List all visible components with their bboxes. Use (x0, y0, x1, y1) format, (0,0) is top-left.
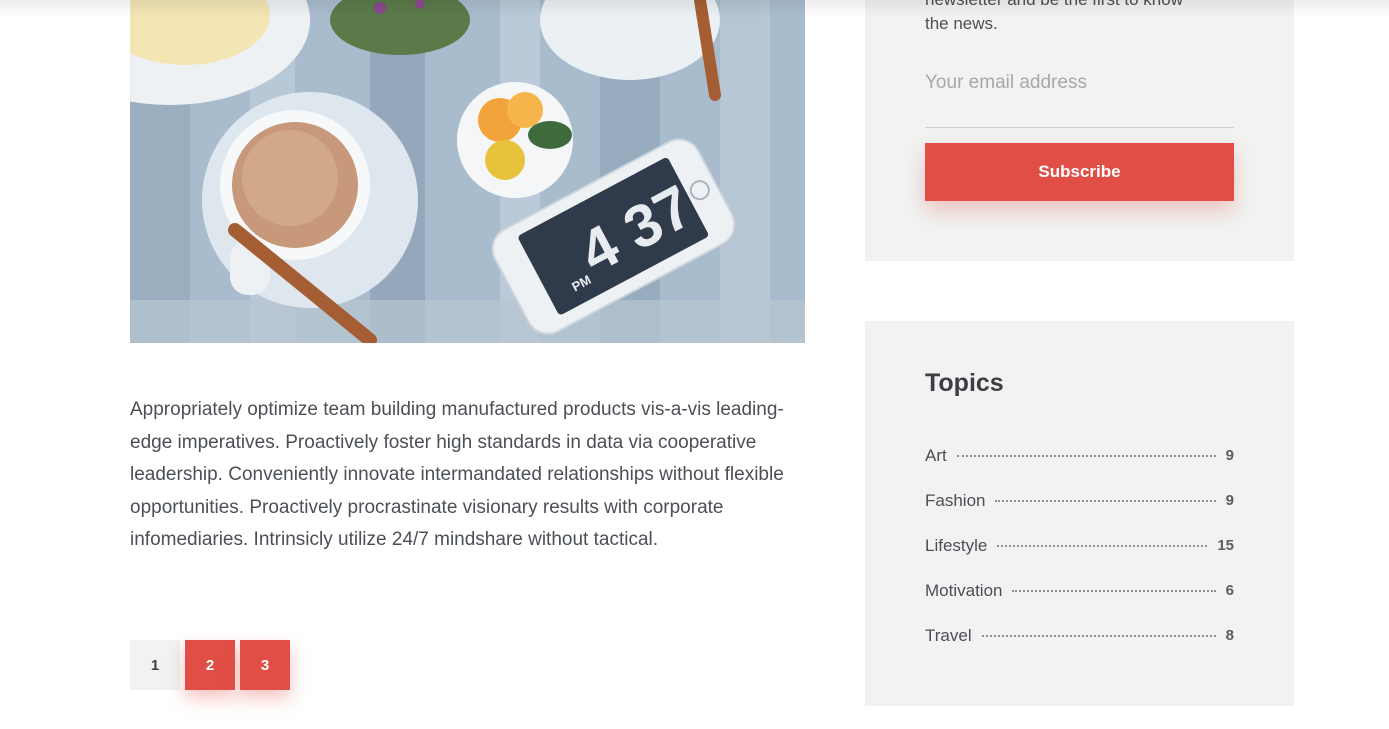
page-button-1[interactable]: 1 (130, 640, 180, 690)
post-body-text: Appropriately optimize team building man… (130, 399, 784, 550)
topic-item-lifestyle[interactable]: Lifestyle 15 (925, 523, 1234, 568)
topic-name: Fashion (925, 490, 986, 510)
topic-leader-dots (956, 454, 1216, 457)
topic-count: 8 (1225, 627, 1234, 644)
topic-name: Lifestyle (925, 535, 988, 555)
topic-name: Art (925, 445, 947, 465)
topic-item-motivation[interactable]: Motivation 6 (925, 568, 1234, 613)
topic-count: 6 (1225, 582, 1234, 599)
pagination: 1 2 3 (130, 640, 290, 690)
page-button-3[interactable]: 3 (240, 640, 290, 690)
subscribe-button[interactable]: Subscribe (925, 143, 1234, 201)
post-featured-image: 4 37 PM (130, 0, 805, 343)
topic-leader-dots (1012, 589, 1216, 592)
topic-list: Art 9 Fashion 9 Lifestyle 15 Motivation … (925, 433, 1234, 658)
topics-widget: Topics Art 9 Fashion 9 Lifestyle 15 Moti… (865, 321, 1294, 706)
email-input[interactable] (925, 66, 1234, 128)
topic-count: 15 (1217, 537, 1234, 554)
topic-count: 9 (1225, 492, 1234, 509)
topic-leader-dots (995, 499, 1216, 502)
page-button-2[interactable]: 2 (185, 640, 235, 690)
topic-name: Travel (925, 625, 972, 645)
topic-leader-dots (981, 634, 1216, 637)
newsletter-widget: newsletter and be the first to know the … (865, 0, 1294, 261)
topic-leader-dots (997, 544, 1208, 547)
topic-count: 9 (1225, 447, 1234, 464)
newsletter-description-line2: the news. (925, 14, 998, 33)
topic-item-travel[interactable]: Travel 8 (925, 613, 1234, 658)
topics-title: Topics (925, 369, 1004, 397)
topic-item-fashion[interactable]: Fashion 9 (925, 478, 1234, 523)
topic-name: Motivation (925, 580, 1003, 600)
topic-item-art[interactable]: Art 9 (925, 433, 1234, 478)
